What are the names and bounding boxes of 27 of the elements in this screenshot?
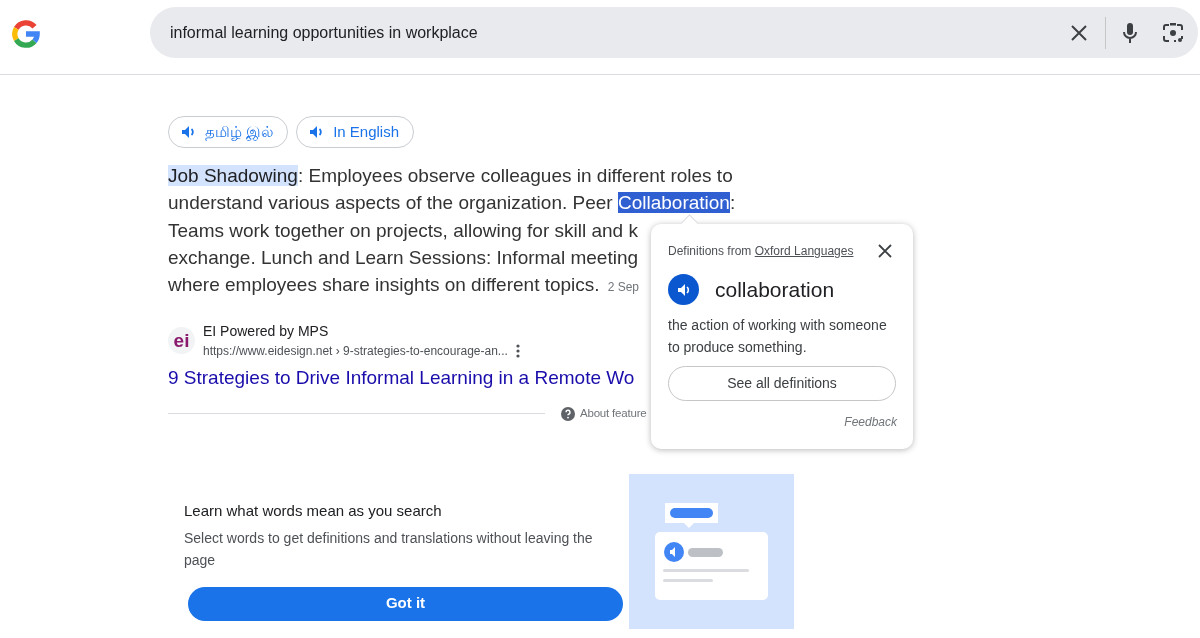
see-all-definitions-button[interactable]: See all definitions (668, 365, 896, 401)
definitions-source-text: Definitions from Oxford Languages (668, 243, 854, 260)
got-it-button[interactable]: Got it (188, 586, 623, 621)
speaker-icon (181, 124, 197, 140)
onboarding-title: Learn what words mean as you search (184, 501, 443, 522)
definition-text: the action of working with someone to produce something. (668, 315, 888, 357)
close-icon[interactable] (878, 244, 892, 258)
onboarding-text: Select words to get definitions and translations without leaving the page (184, 528, 594, 570)
definition-word: collaboration (715, 277, 835, 303)
more-options-icon[interactable] (515, 344, 520, 359)
search-field[interactable]: informal learning opportunities in workplace (149, 7, 1198, 58)
listen-button[interactable]: தமிழ் இல் (168, 116, 289, 148)
google-logo[interactable] (10, 18, 42, 50)
microphone-icon[interactable] (1122, 21, 1138, 44)
oxford-languages-link[interactable]: Oxford Languages (754, 244, 854, 258)
about-feature-link[interactable]: About feature (580, 405, 647, 423)
date-text: 2 Sep (607, 280, 639, 295)
close-icon[interactable] (1069, 22, 1089, 43)
feedback-link[interactable]: Feedback (844, 414, 897, 429)
help-icon[interactable] (561, 406, 575, 421)
pronounce-button[interactable] (668, 274, 699, 306)
site-name: EI Powered by MPS (203, 322, 330, 342)
listen-button[interactable]: In English (296, 116, 415, 148)
site-url: https://www.eidesign.net › 9-strategies-to-encourage-an... (203, 343, 508, 361)
site-logo: ei (168, 327, 195, 355)
camera-search-icon[interactable] (1162, 21, 1184, 44)
result-title-link[interactable]: 9 Strategies to Drive Informal Learning in a Remote Wo (168, 364, 635, 393)
